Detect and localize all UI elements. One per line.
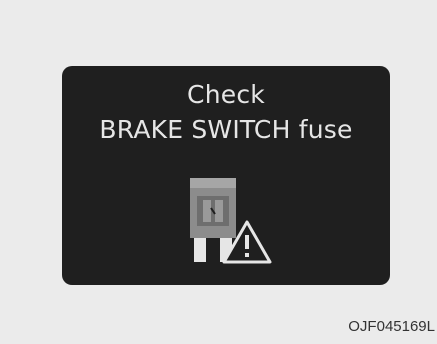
figure-code: OJF045169L [348, 318, 435, 335]
warning-display-panel: Check BRAKE SWITCH fuse [62, 66, 390, 285]
message-line-2: BRAKE SWITCH fuse [99, 115, 353, 144]
fuse-icon [190, 178, 236, 262]
message-line-1: Check [187, 80, 265, 109]
fuse-warning-graphic [190, 178, 272, 264]
